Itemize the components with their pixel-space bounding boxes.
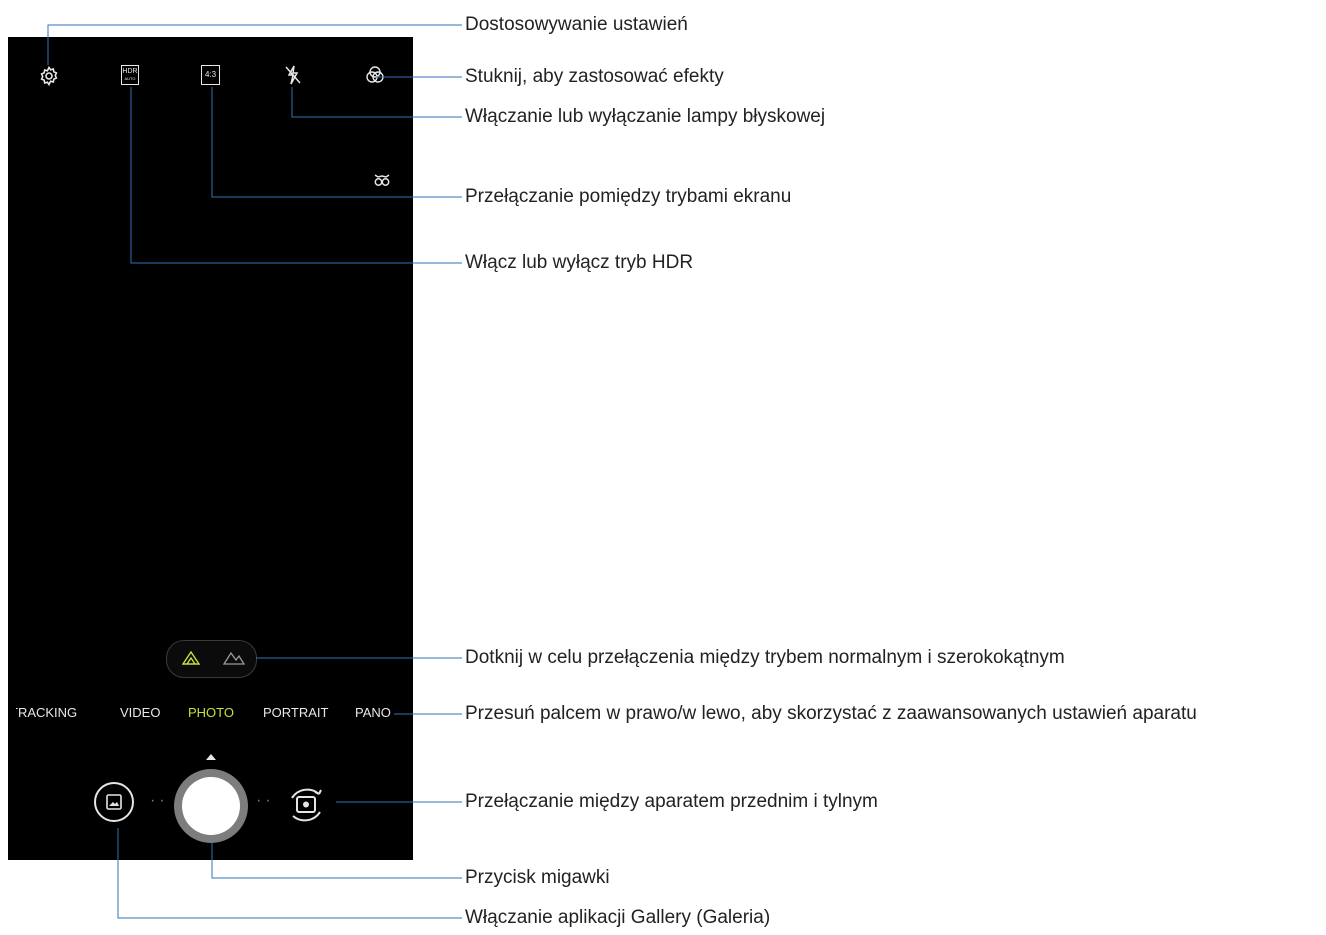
callout-gallery: Włączanie aplikacji Gallery (Galeria): [465, 907, 771, 928]
gallery-button[interactable]: [94, 782, 134, 822]
aspect-ratio-label: 4:3: [204, 70, 217, 79]
mode-pano[interactable]: PANO: [355, 705, 391, 725]
normal-lens-icon[interactable]: [182, 651, 200, 665]
aspect-ratio-icon[interactable]: 4:3: [201, 65, 220, 85]
mode-tracking[interactable]: TRACKING: [16, 705, 98, 725]
owl-icon[interactable]: [373, 172, 391, 188]
hdr-auto-icon[interactable]: HDR AUTO: [121, 65, 139, 85]
callout-lens: Dotknij w celu przełączenia między trybe…: [465, 647, 1065, 668]
switch-camera-icon[interactable]: [283, 784, 329, 826]
mode-portrait[interactable]: PORTRAIT: [263, 705, 329, 725]
callout-screen-modes: Przełączanie pomiędzy trybami ekranu: [465, 186, 792, 207]
hdr-sub-label: AUTO: [124, 76, 136, 81]
callout-shutter: Przycisk migawki: [465, 867, 610, 888]
expand-caret-icon[interactable]: [206, 754, 216, 760]
callout-effects: Stuknij, aby zastosować efekty: [465, 66, 724, 87]
gallery-icon: [106, 794, 122, 810]
settings-gear-icon[interactable]: [38, 65, 60, 87]
callout-flash: Włączanie lub wyłączanie lampy błyskowej: [465, 106, 826, 127]
camera-viewfinder: [8, 37, 413, 860]
mode-photo[interactable]: PHOTO: [188, 705, 234, 725]
callout-swipe-modes: Przesuń palcem w prawo/w lewo, aby skorz…: [465, 703, 1197, 724]
flash-off-icon[interactable]: [283, 64, 303, 86]
effects-filter-icon[interactable]: [364, 64, 386, 86]
callout-settings: Dostosowywanie ustawień: [465, 14, 688, 35]
wide-lens-icon[interactable]: [223, 651, 245, 665]
hdr-label: HDR: [122, 68, 138, 75]
mode-tracking-label: TRACKING: [16, 705, 78, 720]
callout-switch-camera: Przełączanie między aparatem przednim i …: [465, 791, 878, 812]
mode-video[interactable]: VIDEO: [120, 705, 160, 725]
dots-left: ··: [150, 792, 169, 809]
shutter-core: [182, 777, 240, 835]
callout-hdr: Włącz lub wyłącz tryb HDR: [465, 252, 694, 273]
dots-right: ··: [256, 792, 275, 809]
shutter-button[interactable]: [174, 769, 248, 843]
